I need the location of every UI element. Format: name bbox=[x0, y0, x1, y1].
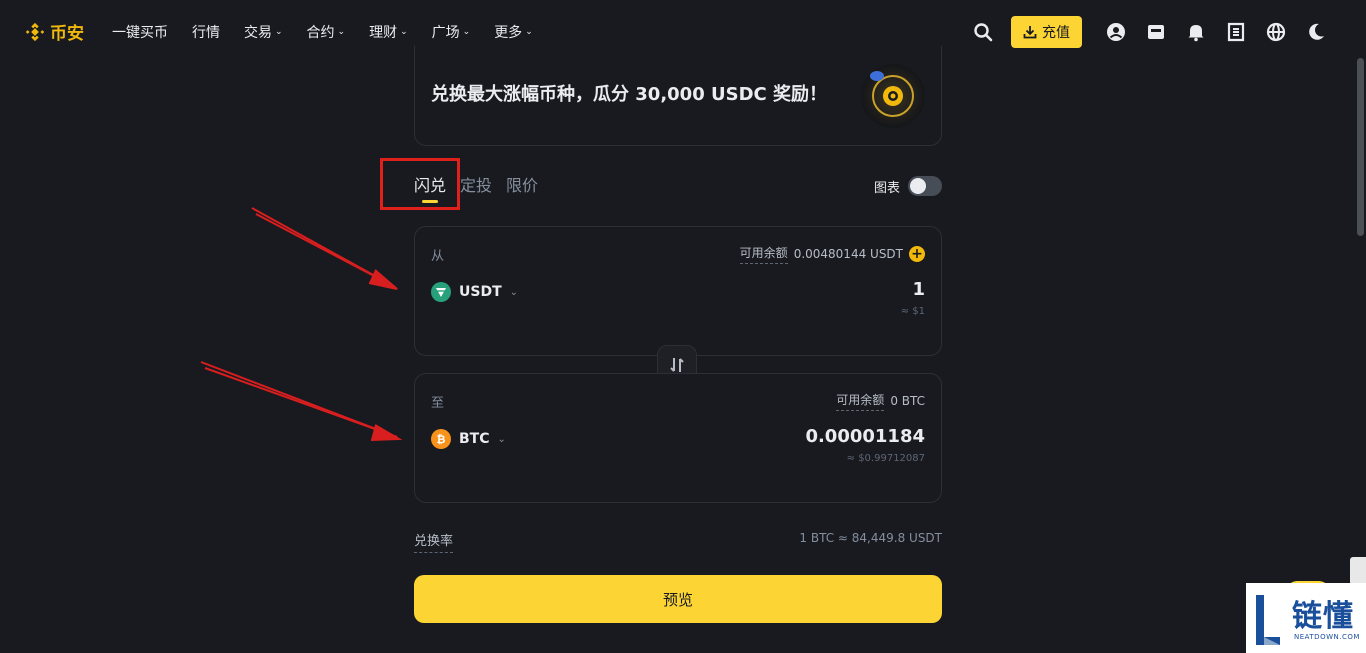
to-label: 至 bbox=[431, 396, 445, 411]
globe-icon[interactable] bbox=[1256, 17, 1296, 47]
usdt-icon bbox=[431, 282, 451, 302]
available-balance-label: 可用余额 bbox=[836, 391, 885, 411]
from-usd-value: ≈ $1 bbox=[900, 306, 925, 317]
chevron-down-icon: ⌄ bbox=[400, 27, 408, 37]
chart-toggle-switch[interactable] bbox=[908, 176, 943, 196]
brand-logo[interactable]: 币安 bbox=[24, 19, 84, 44]
from-card: 从 可用余额 0.00480144 USDT + USDT ⌄ 1 ≈ $1 bbox=[414, 226, 942, 356]
exchange-rate-label[interactable]: 兑换率 bbox=[414, 530, 454, 553]
main-nav: 一键买币 行情 交易 ⌄ 合约 ⌄ 理财 ⌄ 广场 ⌄ 更多 ⌄ bbox=[112, 22, 557, 42]
chart-toggle-group: 图表 bbox=[874, 176, 943, 196]
nav-item-more[interactable]: 更多 ⌄ bbox=[494, 22, 533, 42]
nav-label: 广场 bbox=[431, 25, 460, 41]
to-usd-value: ≈ $0.99712087 bbox=[846, 453, 925, 464]
promo-text: 兑换最大涨幅币种，瓜分 30,000 USDC 奖励！ bbox=[431, 84, 827, 105]
watermark-subtext: NEATDOWN.COM bbox=[1294, 633, 1360, 641]
header-actions: 充值 bbox=[963, 16, 1336, 48]
nav-label: 行情 bbox=[192, 25, 220, 41]
download-tray-icon bbox=[1023, 26, 1037, 39]
from-coin-selector[interactable]: USDT ⌄ bbox=[431, 282, 518, 302]
nav-item-square[interactable]: 广场 ⌄ bbox=[432, 22, 471, 42]
chevron-down-icon: ⌄ bbox=[525, 27, 533, 37]
from-balance: 可用余额 0.00480144 USDT + bbox=[739, 244, 925, 264]
nav-label: 交易 bbox=[244, 25, 272, 41]
nav-label: 一键买币 bbox=[112, 25, 168, 41]
chevron-down-icon: ⌄ bbox=[497, 433, 506, 445]
user-icon[interactable] bbox=[1096, 17, 1136, 47]
from-coin-name: USDT bbox=[459, 284, 502, 300]
tab-limit[interactable]: 限价 bbox=[506, 172, 538, 196]
bell-icon[interactable] bbox=[1176, 17, 1216, 47]
promo-coin-image bbox=[861, 64, 925, 128]
available-balance-label: 可用余额 bbox=[739, 244, 788, 264]
to-coin-name: BTC bbox=[459, 431, 490, 447]
from-label: 从 bbox=[431, 249, 445, 264]
nav-item-trade[interactable]: 交易 ⌄ bbox=[244, 22, 283, 42]
from-amount-input[interactable]: 1 bbox=[912, 279, 925, 300]
moon-icon[interactable] bbox=[1296, 17, 1336, 47]
available-balance-value: 0.00480144 USDT bbox=[793, 247, 903, 261]
chevron-down-icon: ⌄ bbox=[462, 27, 471, 37]
to-card: 至 可用余额 0 BTC ₿ BTC ⌄ 0.00001184 ≈ $0.997… bbox=[414, 373, 942, 503]
binance-logo-icon bbox=[25, 22, 45, 41]
page-scrollbar[interactable] bbox=[1357, 58, 1364, 236]
chevron-down-icon: ⌄ bbox=[337, 27, 346, 37]
nav-label: 合约 bbox=[306, 25, 335, 41]
available-balance-value: 0 BTC bbox=[890, 394, 925, 408]
chevron-down-icon: ⌄ bbox=[509, 286, 519, 298]
nav-item-earn[interactable]: 理财 ⌄ bbox=[369, 22, 408, 42]
download-icon[interactable] bbox=[1216, 17, 1256, 47]
side-feedback-tab[interactable] bbox=[1350, 557, 1366, 585]
watermark-logo-icon bbox=[1256, 595, 1280, 645]
preview-button[interactable]: 预览 bbox=[414, 575, 942, 623]
chart-toggle-label: 图表 bbox=[874, 180, 901, 196]
to-amount-value: 0.00001184 bbox=[805, 426, 925, 447]
nav-label: 更多 bbox=[494, 25, 523, 41]
to-coin-selector[interactable]: ₿ BTC ⌄ bbox=[431, 429, 506, 449]
nav-item-futures[interactable]: 合约 ⌄ bbox=[307, 22, 346, 42]
exchange-rate-value: 1 BTC ≈ 84,449.8 USDT bbox=[799, 531, 942, 545]
annotation-highlight-box bbox=[380, 158, 460, 210]
brand-name: 币安 bbox=[50, 24, 84, 44]
deposit-label: 充值 bbox=[1042, 25, 1070, 41]
wallet-icon[interactable] bbox=[1136, 17, 1176, 47]
btc-icon: ₿ bbox=[431, 429, 451, 449]
deposit-button[interactable]: 充值 bbox=[1011, 16, 1082, 48]
exchange-rate-row: 兑换率 1 BTC ≈ 84,449.8 USDT bbox=[414, 530, 942, 553]
nav-item-markets[interactable]: 行情 bbox=[192, 22, 220, 42]
swap-arrows-icon bbox=[670, 358, 684, 372]
annotation-arrow-1 bbox=[251, 207, 398, 290]
promo-banner[interactable]: 兑换最大涨幅币种，瓜分 30,000 USDC 奖励！ bbox=[414, 46, 942, 146]
nav-item-buy-crypto[interactable]: 一键买币 bbox=[112, 22, 168, 42]
watermark-text: 链懂 bbox=[1292, 599, 1354, 634]
chevron-down-icon: ⌄ bbox=[275, 27, 283, 37]
search-icon[interactable] bbox=[963, 17, 1003, 47]
to-balance: 可用余额 0 BTC bbox=[836, 391, 925, 411]
tab-recurring[interactable]: 定投 bbox=[460, 172, 492, 196]
nav-label: 理财 bbox=[369, 25, 398, 41]
watermark: 链懂 NEATDOWN.COM bbox=[1246, 583, 1366, 653]
add-funds-icon[interactable]: + bbox=[909, 246, 925, 262]
annotation-arrow-2 bbox=[200, 361, 403, 441]
